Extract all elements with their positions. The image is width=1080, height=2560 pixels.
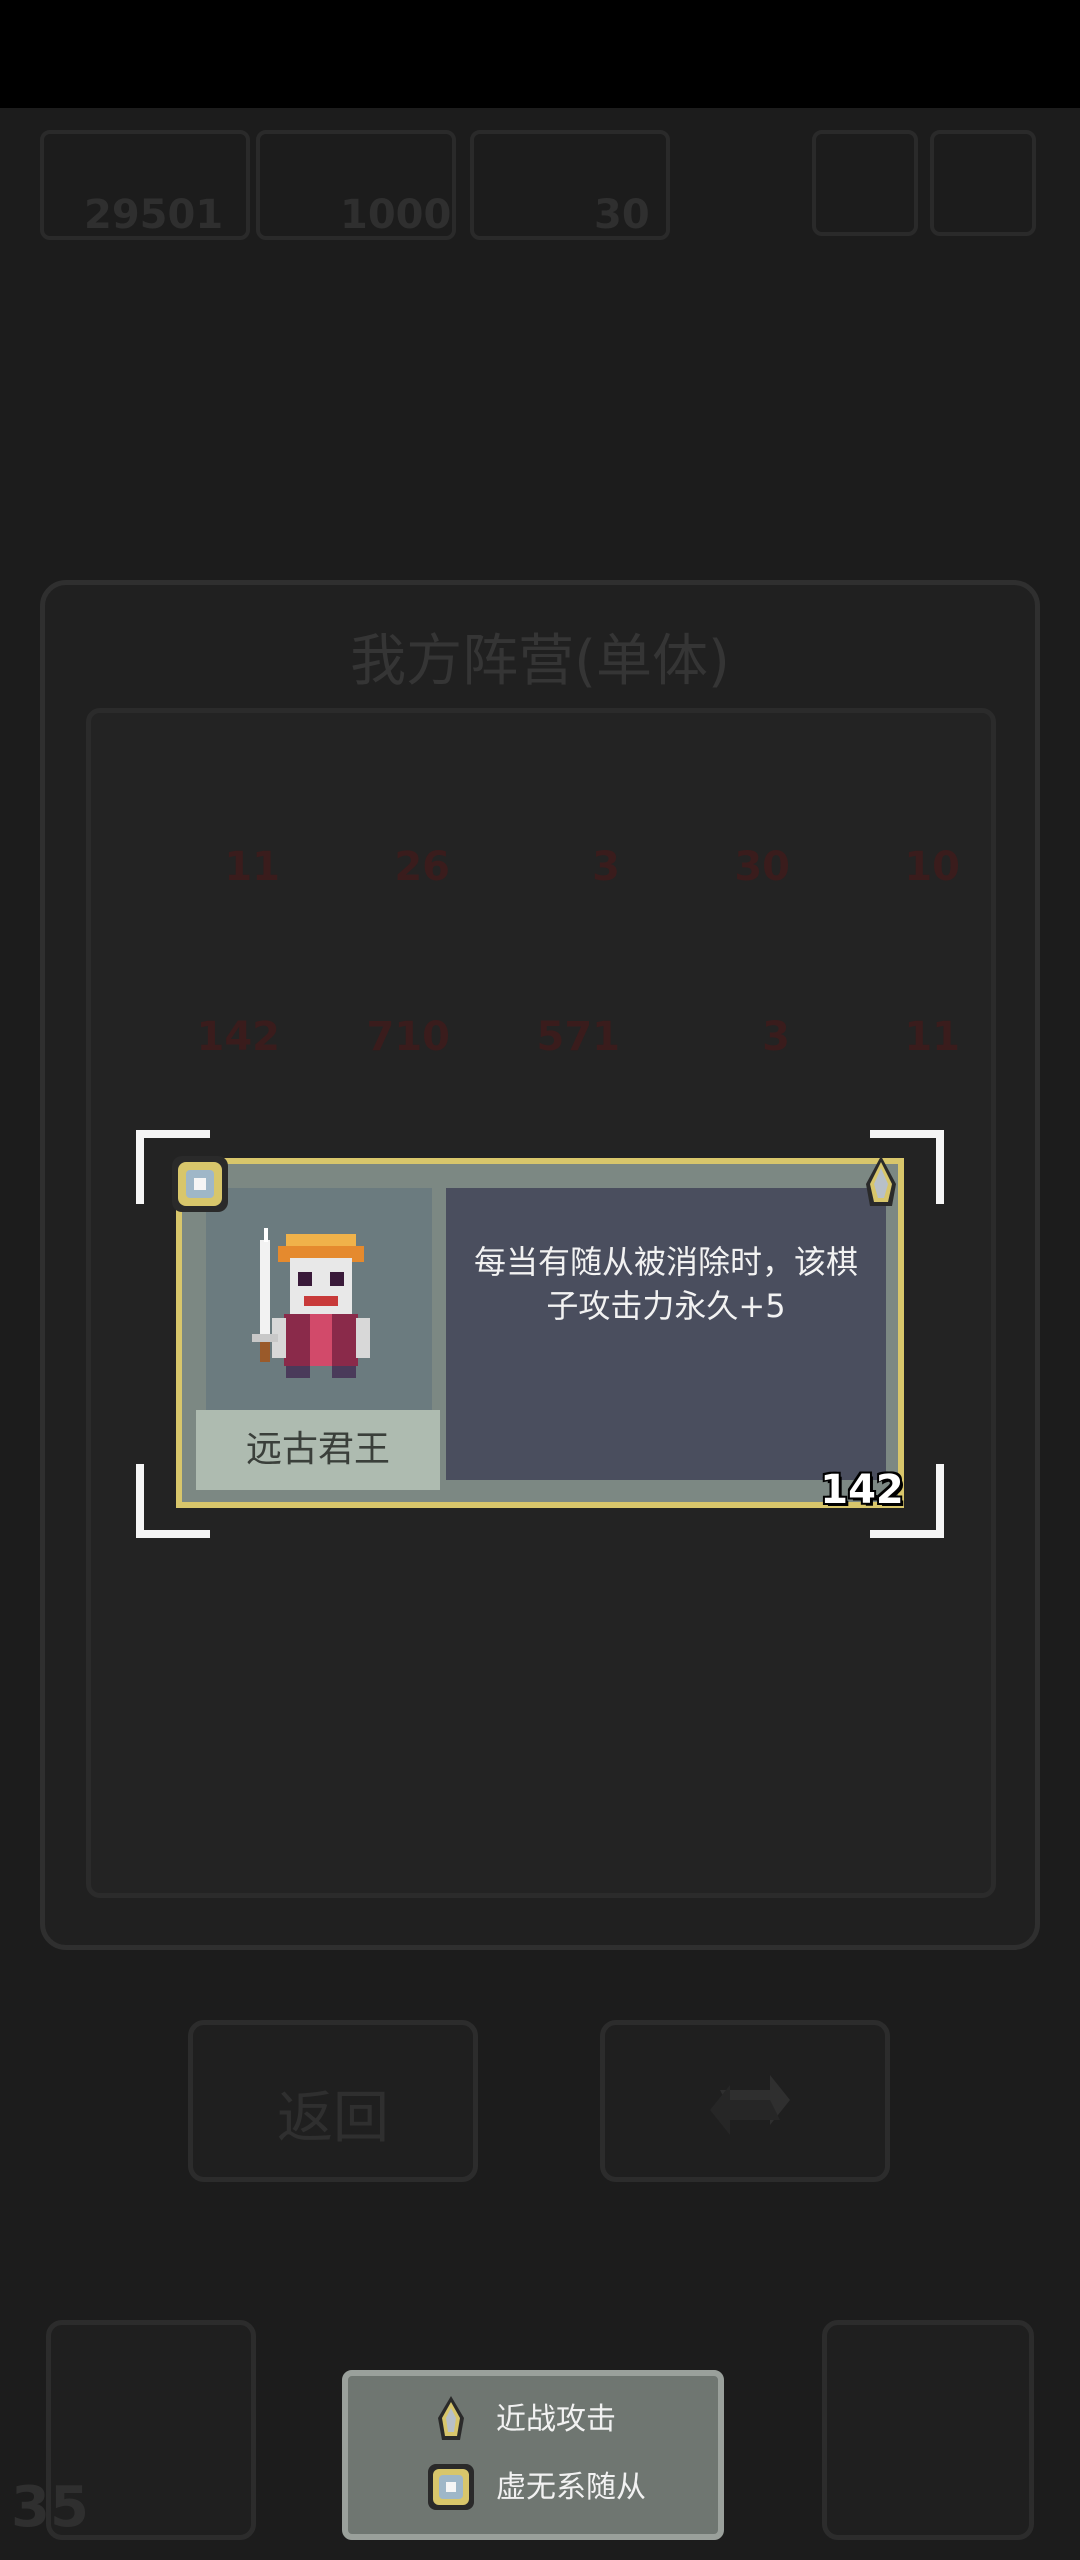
nav-count: 35	[11, 2475, 89, 2540]
nav-profile[interactable]	[822, 2320, 1034, 2540]
unit-slot[interactable]: 11	[810, 910, 960, 1060]
unit-description-line2: 子攻击力永久+5	[546, 1287, 786, 1325]
unit-description: 每当有随从被消除时，该棋 子攻击力永久+5	[446, 1240, 886, 1328]
unit-level: 710	[366, 1014, 451, 1060]
unit-level: 11	[904, 1014, 960, 1060]
refresh-icon	[710, 2075, 790, 2135]
unit-portrait	[206, 1188, 432, 1410]
unit-slot[interactable]: 11	[130, 740, 280, 890]
legend-label: 近战攻击	[496, 2402, 616, 2437]
bracket-top-left	[136, 1130, 210, 1204]
gem-counter: 1000	[256, 130, 456, 240]
unit-slot[interactable]: 710	[300, 910, 451, 1060]
unit-level: 3	[592, 844, 620, 890]
energy-counter: 30	[470, 130, 670, 240]
energy-value: 30	[594, 192, 650, 238]
status-bar	[0, 0, 1080, 108]
unit-level: 142	[196, 1014, 281, 1060]
legend-label: 虚无系随从	[496, 2470, 646, 2505]
gem-value: 1000	[340, 192, 452, 238]
ancient-king-sprite	[252, 1228, 370, 1378]
bracket-top-right	[870, 1130, 944, 1204]
unit-level: 10	[904, 844, 960, 890]
unit-level: 571	[536, 1014, 621, 1060]
gold-value: 29501	[84, 192, 224, 238]
back-button-label: 返回	[277, 2086, 389, 2151]
unit-level: 30	[734, 844, 790, 890]
unit-level: 3	[762, 1014, 790, 1060]
spike-icon	[438, 2396, 464, 2440]
unit-level: 11	[224, 844, 280, 890]
back-button[interactable]: 返回	[188, 2020, 478, 2182]
bracket-bottom-right	[870, 1464, 944, 1538]
unit-slot[interactable]: 30	[640, 740, 790, 890]
unit-slot[interactable]: 142	[130, 910, 281, 1060]
unit-slot[interactable]: 3	[640, 910, 790, 1060]
unit-name: 远古君王	[245, 1429, 390, 1470]
unit-slot[interactable]: 10	[810, 740, 960, 890]
gold-counter: 29501	[40, 130, 250, 240]
void-icon	[428, 2464, 474, 2510]
nav-battle[interactable]: 35	[11, 2320, 256, 2540]
bracket-bottom-left	[136, 1464, 210, 1538]
unit-level: 26	[394, 844, 450, 890]
unit-description-panel	[446, 1188, 886, 1480]
settings-button[interactable]	[930, 130, 1036, 236]
menu-button[interactable]	[812, 130, 918, 236]
unit-slot[interactable]: 3	[470, 740, 620, 890]
unit-description-line1: 每当有随从被消除时，该棋	[473, 1243, 858, 1281]
unit-slot[interactable]: 571	[470, 910, 621, 1060]
panel-title: 我方阵营(单体)	[350, 629, 730, 694]
unit-slot[interactable]: 26	[300, 740, 450, 890]
refresh-button[interactable]	[600, 2020, 890, 2182]
